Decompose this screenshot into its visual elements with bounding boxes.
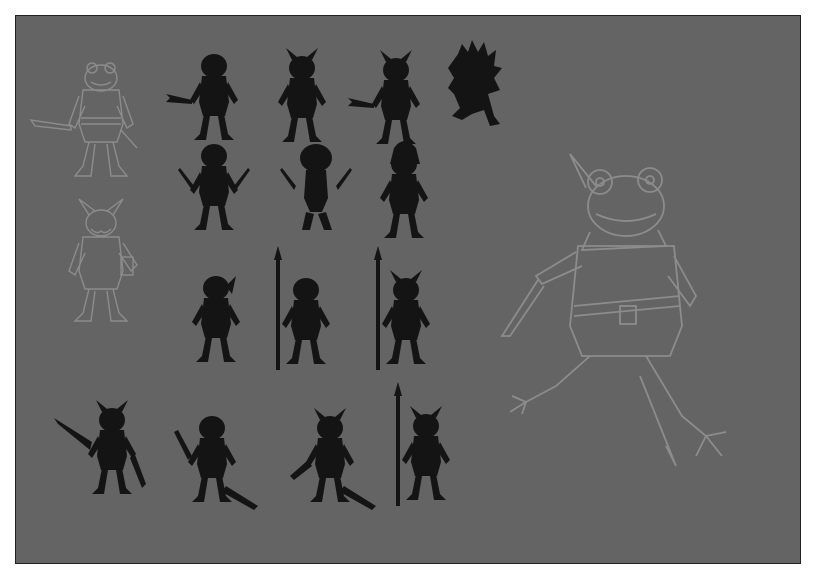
- silhouette-horned-dagger-pose: [348, 50, 420, 144]
- silhouette-lunge-pose: [54, 400, 146, 494]
- horned-frog-sketch: [68, 198, 138, 322]
- frog-adventurer-sketch: [29, 62, 138, 177]
- concept-art-sheet: [15, 15, 801, 564]
- silhouette-spear-horned-pose: [394, 382, 450, 506]
- silhouette-spiky-crouch: [448, 40, 502, 126]
- silhouette-dagger-pose: [166, 54, 238, 140]
- silhouette-horned-crouch-pose: [290, 408, 376, 510]
- silhouette-horned-pose: [278, 48, 326, 142]
- silhouette-twin-dagger-pose: [178, 144, 250, 230]
- character-canvas: [29, 40, 727, 510]
- silhouette-crouch-blade-pose: [174, 416, 258, 510]
- silhouette-spear-pose: [274, 246, 330, 370]
- large-frog-rogue-sketch: [500, 153, 727, 467]
- silhouette-hunched-pose: [192, 276, 240, 362]
- silhouette-spear-pose: [374, 246, 430, 370]
- silhouette-round-head-twin-dagger-pose: [280, 144, 352, 230]
- silhouette-hooded-pose: [380, 141, 428, 238]
